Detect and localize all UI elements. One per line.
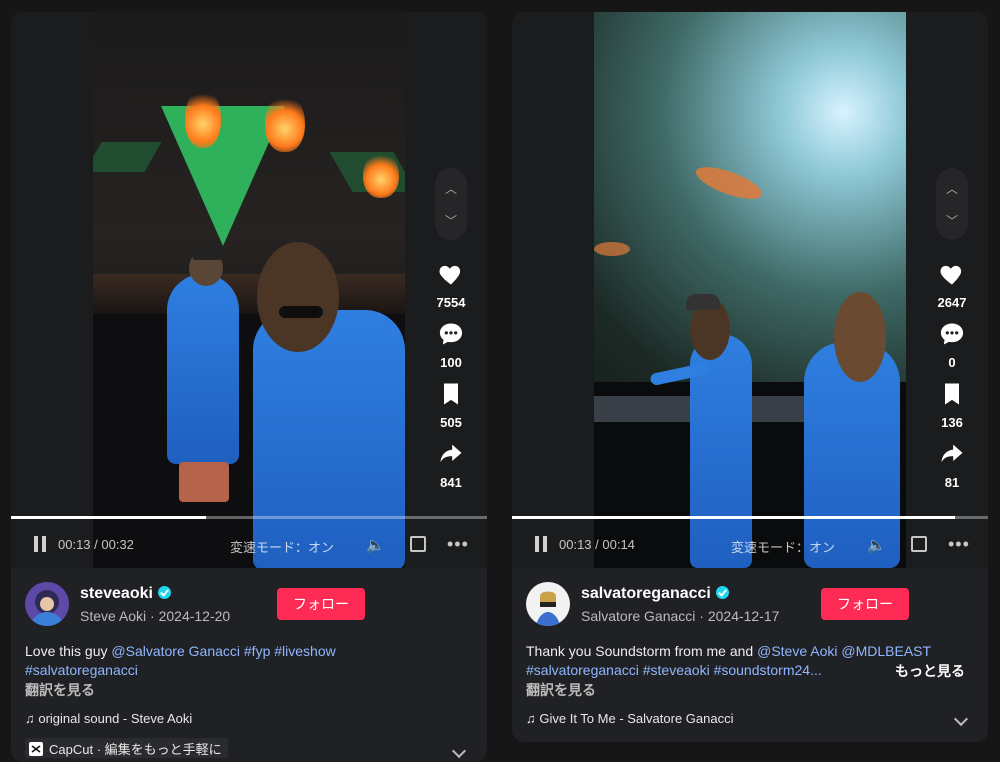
heart-icon[interactable]	[437, 260, 465, 288]
comment-count: 100	[440, 355, 462, 370]
progress-bar[interactable]	[512, 516, 988, 519]
hashtag-link[interactable]: #fyp	[244, 643, 270, 659]
verified-icon	[157, 586, 171, 599]
avatar[interactable]	[526, 582, 570, 626]
hashtag-link[interactable]: #liveshow	[274, 643, 335, 659]
fullscreen-icon[interactable]	[911, 536, 927, 552]
fullscreen-icon[interactable]	[410, 536, 426, 552]
comment-icon[interactable]	[437, 320, 465, 348]
share-icon[interactable]	[437, 440, 465, 468]
comment-action[interactable]: 100	[427, 320, 475, 370]
video-frame	[93, 12, 405, 568]
share-count: 81	[944, 475, 960, 490]
caption-text: Thank you Soundstorm from me and	[526, 643, 758, 659]
video-card-salvatoreganacci: ︿ ﹀ 2647 0 136 81 00:13 / 00:14 変速モード：オン…	[512, 12, 988, 742]
username[interactable]: salvatoreganacci	[581, 585, 729, 603]
chevron-up-icon[interactable]: ︿	[435, 180, 467, 197]
username[interactable]: steveaoki	[80, 585, 171, 603]
save-action[interactable]: 136	[928, 380, 976, 430]
volume-icon[interactable]: 🔈	[366, 536, 385, 554]
mention-link[interactable]: @Salvatore Ganacci	[111, 643, 240, 659]
chevron-down-icon[interactable]	[953, 711, 969, 727]
translate-link[interactable]: 翻訳を見る	[526, 680, 596, 700]
video-side-blur	[11, 12, 93, 568]
more-icon[interactable]: •••	[447, 534, 469, 555]
mention-link[interactable]: @MDLBEAST	[841, 643, 931, 659]
verified-icon	[715, 586, 729, 599]
hashtag-link[interactable]: #steveaoki	[643, 662, 710, 678]
progress-fill	[512, 516, 955, 519]
playback-time: 00:13 / 00:14	[559, 537, 635, 552]
video-player[interactable]: ︿ ﹀ 7554 100 505 841 00:13 / 00:32 変速モード…	[11, 12, 487, 568]
comment-count: 0	[948, 355, 956, 370]
caption: Love this guy @Salvatore Ganacci #fyp #l…	[25, 642, 465, 680]
more-icon[interactable]: •••	[948, 534, 970, 555]
sound-link[interactable]: ♫ original sound - Steve Aoki	[25, 711, 192, 726]
video-side-blur	[512, 12, 594, 568]
pause-icon[interactable]	[534, 536, 548, 552]
comment-icon[interactable]	[938, 320, 966, 348]
mention-link[interactable]: @Steve Aoki	[757, 643, 837, 659]
save-action[interactable]: 505	[427, 380, 475, 430]
display-name-date: Salvatore Ganacci · 2024-12-17	[581, 608, 780, 624]
share-action[interactable]: 81	[928, 440, 976, 490]
caption-text: Love this guy	[25, 643, 112, 659]
capcut-link[interactable]: CapCut · 編集をもっと手軽に	[25, 738, 228, 758]
flame	[185, 88, 221, 148]
chevron-down-icon[interactable]: ﹀	[435, 212, 467, 229]
avatar[interactable]	[25, 582, 69, 626]
sound-link[interactable]: ♫ Give It To Me - Salvatore Ganacci	[526, 711, 733, 726]
chevron-down-icon[interactable]	[451, 743, 467, 759]
pause-icon[interactable]	[33, 536, 47, 552]
player-controls: 00:13 / 00:32 変速モード：オン 🔈 •••	[11, 516, 487, 568]
bookmark-icon[interactable]	[437, 380, 465, 408]
progress-fill	[11, 516, 207, 519]
progress-bar[interactable]	[11, 516, 487, 519]
volume-icon[interactable]: 🔈	[867, 536, 886, 554]
playback-time: 00:13 / 00:32	[58, 537, 134, 552]
share-action[interactable]: 841	[427, 440, 475, 490]
video-player[interactable]: ︿ ﹀ 2647 0 136 81 00:13 / 00:14 変速モード：オン…	[512, 12, 988, 568]
username-text[interactable]: salvatoreganacci	[581, 585, 711, 602]
hashtag-link[interactable]: #salvatoreganacci	[526, 662, 639, 678]
save-count: 136	[941, 415, 963, 430]
bookmark-icon[interactable]	[938, 380, 966, 408]
follow-button[interactable]: フォロー	[277, 588, 365, 620]
follow-button[interactable]: フォロー	[821, 588, 909, 620]
player-controls: 00:13 / 00:14 変速モード：オン 🔈 •••	[512, 516, 988, 568]
chevron-up-icon[interactable]: ︿	[936, 180, 968, 197]
flame	[265, 94, 305, 152]
video-card-steveaoki: ︿ ﹀ 7554 100 505 841 00:13 / 00:32 変速モード…	[11, 12, 487, 762]
video-frame	[594, 12, 906, 568]
video-nav: ︿ ﹀	[435, 168, 467, 240]
speed-mode-toggle[interactable]: 変速モード：オン	[731, 537, 835, 556]
capcut-icon	[29, 742, 43, 756]
like-action[interactable]: 2647	[928, 260, 976, 310]
show-more-link[interactable]: もっと見る	[895, 661, 965, 681]
like-count: 2647	[937, 295, 967, 310]
speed-mode-toggle[interactable]: 変速モード：オン	[230, 537, 334, 556]
display-name-date: Steve Aoki · 2024-12-20	[80, 608, 231, 624]
share-count: 841	[440, 475, 462, 490]
like-count: 7554	[436, 295, 466, 310]
comment-action[interactable]: 0	[928, 320, 976, 370]
capcut-label: CapCut · 編集をもっと手軽に	[49, 742, 222, 757]
flame	[363, 152, 399, 198]
performer	[167, 274, 239, 464]
hashtag-link[interactable]: #soundstorm24...	[714, 662, 822, 678]
chevron-down-icon[interactable]: ﹀	[936, 212, 968, 229]
save-count: 505	[440, 415, 462, 430]
hashtag-link[interactable]: #salvatoreganacci	[25, 662, 138, 678]
like-action[interactable]: 7554	[427, 260, 475, 310]
heart-icon[interactable]	[938, 260, 966, 288]
share-icon[interactable]	[938, 440, 966, 468]
username-text[interactable]: steveaoki	[80, 585, 153, 602]
video-nav: ︿ ﹀	[936, 168, 968, 240]
translate-link[interactable]: 翻訳を見る	[25, 680, 95, 700]
inflatable-prop	[692, 160, 766, 206]
